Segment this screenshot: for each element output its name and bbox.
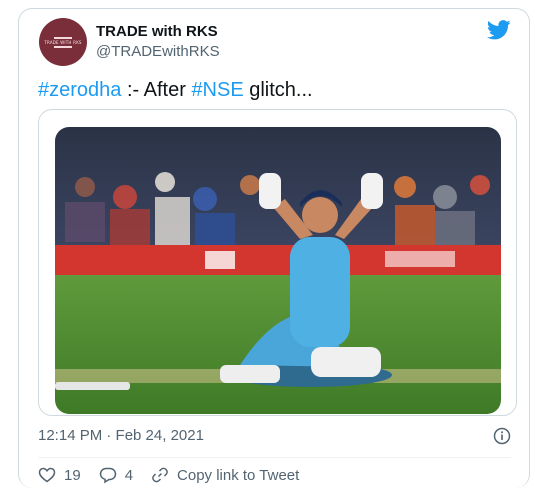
link-icon bbox=[152, 467, 168, 483]
avatar[interactable]: TRADE WITH RKS bbox=[39, 18, 87, 66]
reply-icon bbox=[99, 467, 116, 484]
author-handle[interactable]: @TRADEwithRKS bbox=[96, 43, 220, 60]
twitter-bird-icon[interactable] bbox=[487, 20, 511, 40]
reply-count: 4 bbox=[124, 466, 134, 484]
tweet-text-end: glitch... bbox=[243, 79, 313, 101]
logo-mark bbox=[54, 36, 72, 39]
avatar-logo-text: TRADE WITH RKS bbox=[44, 39, 82, 45]
like-count: 19 bbox=[64, 466, 81, 484]
tweet-media[interactable] bbox=[38, 109, 517, 416]
logo-mark bbox=[54, 45, 72, 48]
tweet-actions: 19 4 Copy link to Tweet bbox=[38, 466, 317, 484]
hashtag-zerodha[interactable]: #zerodha bbox=[38, 79, 121, 101]
photo-illustration bbox=[55, 127, 501, 414]
heart-icon bbox=[38, 467, 56, 483]
like-button[interactable]: 19 bbox=[38, 466, 81, 484]
cricket-photo[interactable] bbox=[55, 127, 501, 414]
info-icon[interactable] bbox=[493, 427, 511, 445]
hashtag-nse[interactable]: #NSE bbox=[191, 79, 243, 101]
reply-button[interactable]: 4 bbox=[99, 466, 133, 484]
tweet-timestamp[interactable]: 12:14 PM · Feb 24, 2021 bbox=[38, 427, 204, 444]
copy-link-label: Copy link to Tweet bbox=[177, 466, 300, 484]
copy-link-button[interactable]: Copy link to Tweet bbox=[151, 466, 299, 484]
tweet-text: #zerodha :- After #NSE glitch... bbox=[38, 79, 313, 102]
tweet-text-middle: :- After bbox=[121, 79, 192, 101]
divider bbox=[38, 457, 511, 458]
tweet-card[interactable]: TRADE WITH RKS TRADE with RKS @TRADEwith… bbox=[18, 8, 530, 488]
author-name[interactable]: TRADE with RKS bbox=[96, 23, 218, 40]
